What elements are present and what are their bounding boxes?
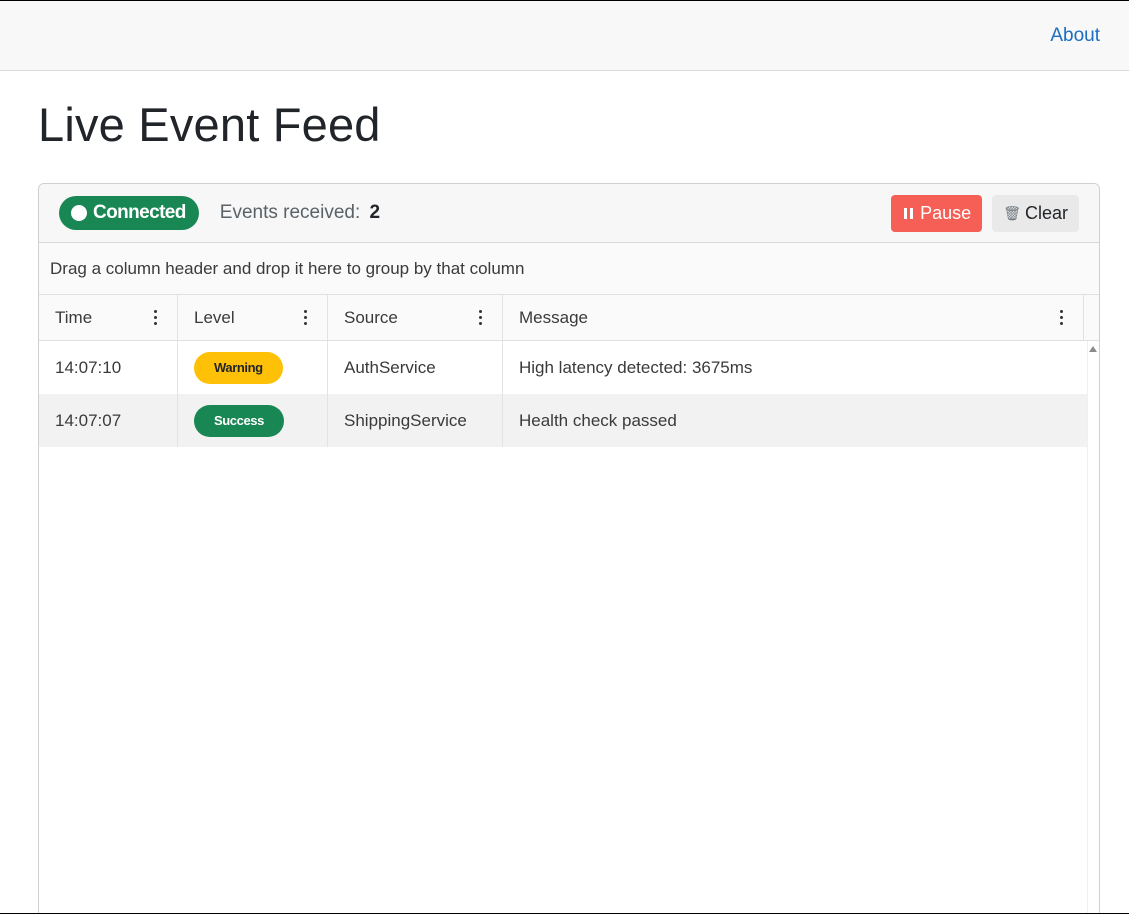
cell-level: Warning xyxy=(178,341,328,394)
clear-button-label: Clear xyxy=(1024,202,1068,223)
level-badge-success: Success xyxy=(194,404,284,437)
table-row[interactable]: 14:07:07 Success ShippingService Health … xyxy=(39,394,1099,447)
kebab-menu-icon[interactable] xyxy=(475,308,486,327)
events-received: Events received: 2 xyxy=(220,202,380,224)
event-feed-card: Connected Events received: 2 Pause 🗑 Cle… xyxy=(38,183,1100,913)
kebab-menu-icon[interactable] xyxy=(150,308,161,327)
column-header-source[interactable]: Source xyxy=(328,295,503,340)
top-navbar: About xyxy=(0,1,1129,71)
pause-button[interactable]: Pause xyxy=(891,194,983,232)
circle-icon xyxy=(71,205,87,221)
grid-body: 14:07:10 Warning AuthService High latenc… xyxy=(39,341,1099,913)
cell-message: High latency detected: 3675ms xyxy=(519,357,753,377)
feed-toolbar: Connected Events received: 2 Pause 🗑 Cle… xyxy=(39,184,1099,243)
kebab-menu-icon[interactable] xyxy=(300,308,311,327)
group-panel-hint: Drag a column header and drop it here to… xyxy=(50,258,525,278)
column-header-label: Level xyxy=(194,307,235,327)
column-header-label: Time xyxy=(55,307,93,327)
trash-icon: 🗑 xyxy=(1003,204,1021,221)
cell-source: AuthService xyxy=(328,341,503,394)
grid-header: Time Level Source Message xyxy=(39,295,1099,341)
column-header-time[interactable]: Time xyxy=(39,295,178,340)
clear-button[interactable]: 🗑 Clear xyxy=(992,194,1079,232)
triangle-up-icon[interactable] xyxy=(1089,346,1097,352)
vertical-scrollbar[interactable] xyxy=(1087,341,1099,913)
about-link[interactable]: About xyxy=(1050,25,1100,47)
feed-actions: Pause 🗑 Clear xyxy=(891,194,1079,232)
connection-status-label: Connected xyxy=(93,202,186,223)
column-header-message[interactable]: Message xyxy=(503,295,1084,340)
column-header-label: Source xyxy=(344,307,398,327)
page: About Live Event Feed Connected Events r… xyxy=(0,0,1129,914)
cell-source: ShippingService xyxy=(328,394,503,447)
group-by-drop-zone[interactable]: Drag a column header and drop it here to… xyxy=(39,243,1099,295)
cell-time: 14:07:07 xyxy=(39,394,178,447)
cell-time: 14:07:10 xyxy=(39,341,178,394)
page-title: Live Event Feed xyxy=(38,98,381,151)
level-badge-warning: Warning xyxy=(194,351,283,384)
column-header-level[interactable]: Level xyxy=(178,295,328,340)
pause-button-label: Pause xyxy=(920,202,972,223)
connection-status-badge: Connected xyxy=(59,196,199,230)
kebab-menu-icon[interactable] xyxy=(1056,308,1067,327)
events-received-count: 2 xyxy=(369,202,381,223)
table-row[interactable]: 14:07:10 Warning AuthService High latenc… xyxy=(39,341,1099,394)
events-received-label: Events received: xyxy=(219,202,361,223)
column-header-label: Message xyxy=(519,307,588,327)
pause-icon xyxy=(904,207,914,219)
cell-message: Health check passed xyxy=(519,410,677,430)
cell-level: Success xyxy=(178,394,328,447)
